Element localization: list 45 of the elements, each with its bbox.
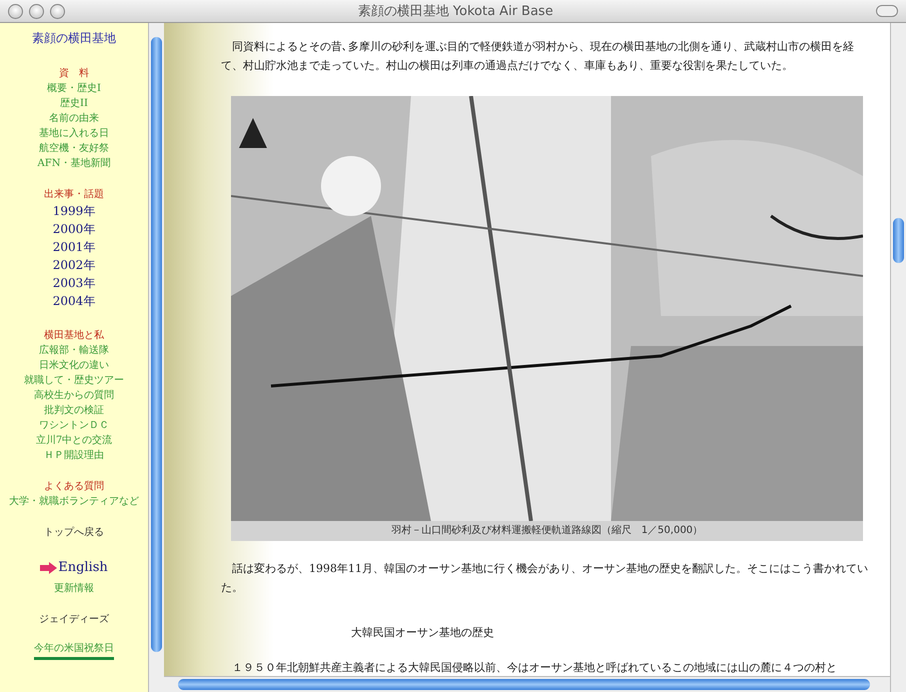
year-link[interactable]: 2000年 [52,220,96,238]
year-link[interactable]: 2002年 [52,256,96,274]
sidebar-link[interactable]: 大学・就職ボランティアなど [9,494,139,509]
sidebar-link[interactable]: 広報部・輸送隊 [39,343,109,358]
sidebar-link[interactable]: 名前の由来 [49,111,99,126]
section-heading: 出来事・話題 [44,188,104,202]
sidebar-link[interactable]: ジェイディーズ [39,612,109,627]
arrow-icon [40,562,58,574]
scrollbar[interactable] [164,676,890,692]
sidebar-link[interactable]: 基地に入れる日 [39,126,109,141]
sidebar-link[interactable]: AFN・基地新聞 [38,156,110,171]
paragraph: 話は変わるが、1998年11月、韓国のオーサン基地に行く機会があり、オーサン基地の歴史を翻訳した。そこにはこう書かれていた。 [221,561,868,596]
year-link[interactable]: 2001年 [52,238,96,256]
year-link[interactable]: 2004年 [52,292,96,310]
sidebar-link[interactable]: 日米文化の違い [39,358,109,373]
sidebar-link[interactable]: 歴史II [60,96,88,111]
year-link[interactable]: 2003年 [52,274,96,292]
sidebar-link[interactable]: トップへ戻る [44,525,104,540]
window-title: 素顔の横田基地 Yokota Air Base [356,3,554,20]
scrollbar[interactable] [148,23,164,692]
sidebar-link[interactable]: 立川7中との交流 [36,433,112,448]
sidebar-link[interactable]: 今年の米国祝祭日 [34,641,114,660]
sidebar-link[interactable]: 概要・歴史I [47,81,101,96]
section-heading: よくある質問 [44,480,104,494]
english-link[interactable]: English [40,560,108,575]
scrollbar[interactable] [890,23,906,692]
sidebar-link[interactable]: 批判文の検証 [44,403,104,418]
toolbar-toggle-button[interactable] [876,5,898,17]
minimize-button[interactable] [29,4,44,18]
map-caption: 羽村－山口間砂利及び材料運搬軽便軌道路線図（縮尺 1／50,000） [391,524,703,538]
zoom-button[interactable] [50,4,65,18]
section-heading: 大韓民国オーサン基地の歴史 [351,625,495,641]
section-heading: 横田基地と私 [44,328,104,343]
sidebar-link[interactable]: 航空機・友好祭 [39,141,109,156]
section-heading: 資 料 [59,66,89,81]
sidebar-title: 素顔の横田基地 [32,31,116,46]
paragraph: １９５０年北朝鮮共産主義者による大韓民国侵略以前、今はオーサン基地と呼ばれているこの地域には山の麓に４つの村と [231,660,838,676]
sidebar-link[interactable]: 就職して・歴史ツアー [24,373,124,388]
close-button[interactable] [8,4,23,18]
paragraph: 同資料によるとその昔､多摩川の砂利を運ぶ目的で軽便鉄道が羽村から、現在の横田基地の北側を通り、武蔵村山市の横田を経て、村山貯水池まで走っていた。村山の横田は列車の通過点だけでなく、車庫もあり、重要な役割を果たしていた。 [221,39,855,74]
year-link[interactable]: 1999年 [52,202,96,220]
sidebar-link[interactable]: 更新情報 [54,581,94,596]
sidebar-link[interactable]: ＨＰ開設理由 [44,448,104,463]
sidebar-link[interactable]: 高校生からの質問 [34,388,114,403]
sidebar-link[interactable]: ワシントンＤＣ [39,418,109,433]
